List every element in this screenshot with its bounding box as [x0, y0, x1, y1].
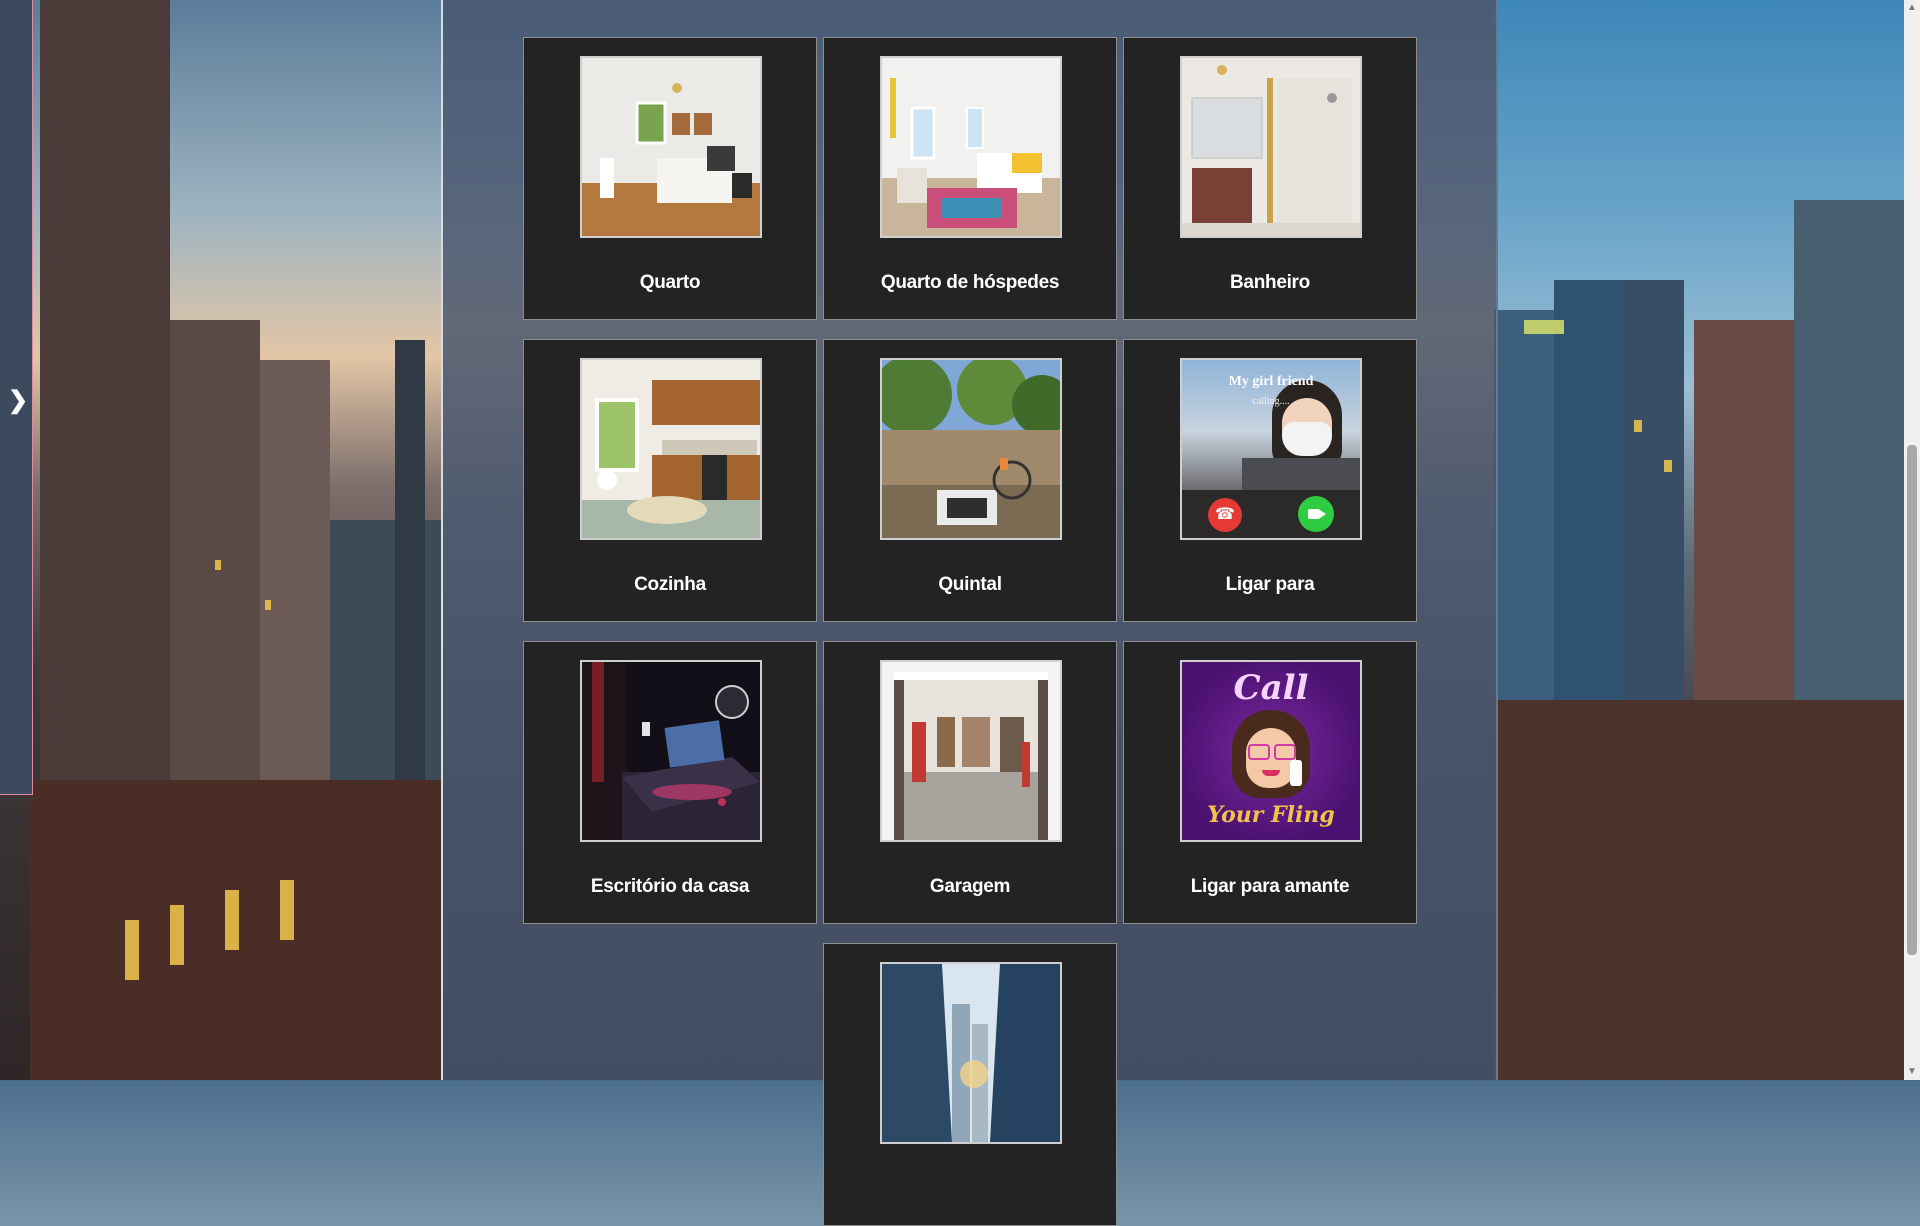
accept-video-call-icon [1298, 496, 1334, 532]
room-label: Banheiro [1230, 272, 1310, 293]
room-card-city[interactable] [823, 943, 1117, 1226]
city-background-right [1494, 0, 1904, 1080]
kitchen-photo [580, 358, 762, 540]
room-grid: Quarto Quarto de hóspedes Banheiro Cozin… [523, 37, 1417, 1226]
city-skyscrapers-photo [880, 962, 1062, 1144]
room-card-ligar-para-amante[interactable]: Call Your Fling Ligar para amante [1123, 641, 1417, 924]
call-art-line2: Your Fling [1207, 802, 1335, 828]
room-label: Quarto [639, 272, 701, 293]
backyard-photo [880, 358, 1062, 540]
room-card-escritorio-da-casa[interactable]: Escritório da casa [523, 641, 817, 924]
garage-photo [880, 660, 1062, 842]
room-card-quarto[interactable]: Quarto [523, 37, 817, 320]
chevron-right-icon[interactable]: ❯ [8, 386, 28, 415]
room-card-quarto-de-hospedes[interactable]: Quarto de hóspedes [823, 37, 1117, 320]
main-content: Quarto Quarto de hóspedes Banheiro Cozin… [441, 0, 1498, 1226]
room-label: Cozinha [634, 574, 706, 595]
room-card-cozinha[interactable]: Cozinha [523, 339, 817, 622]
home-office-photo [580, 660, 762, 842]
room-card-ligar-para[interactable]: My girl friend calling.... ☎ Ligar para [1123, 339, 1417, 622]
room-label: Quarto de hóspedes [880, 272, 1060, 293]
call-art-line1: Call [1233, 668, 1309, 708]
cartoon-woman-icon [1232, 710, 1310, 805]
guest-bedroom-photo [880, 56, 1062, 238]
room-card-garagem[interactable]: Garagem [823, 641, 1117, 924]
scrollbar-thumb[interactable] [1907, 445, 1917, 955]
scroll-up-icon[interactable]: ▲ [1904, 0, 1920, 16]
bedroom-photo [580, 56, 762, 238]
room-label: Quintal [938, 574, 1002, 595]
room-label: Escritório da casa [590, 876, 750, 897]
call-your-fling-photo: Call Your Fling [1180, 660, 1362, 842]
room-label: Ligar para [1225, 574, 1315, 595]
room-label: Ligar para amante [1190, 876, 1350, 897]
caller-name: My girl friend [1228, 374, 1314, 389]
caller-status: calling.... [1252, 396, 1290, 407]
room-label: Garagem [929, 876, 1011, 897]
side-drawer: ❯ [0, 0, 33, 795]
decline-call-icon: ☎ [1208, 498, 1242, 532]
video-call-photo: My girl friend calling.... ☎ [1180, 358, 1362, 540]
room-card-banheiro[interactable]: Banheiro [1123, 37, 1417, 320]
room-card-quintal[interactable]: Quintal [823, 339, 1117, 622]
city-background-left [0, 0, 441, 1080]
page-scrollbar[interactable]: ▲ ▼ [1904, 0, 1920, 1080]
bathroom-photo [1180, 56, 1362, 238]
scroll-down-icon[interactable]: ▼ [1904, 1064, 1920, 1080]
